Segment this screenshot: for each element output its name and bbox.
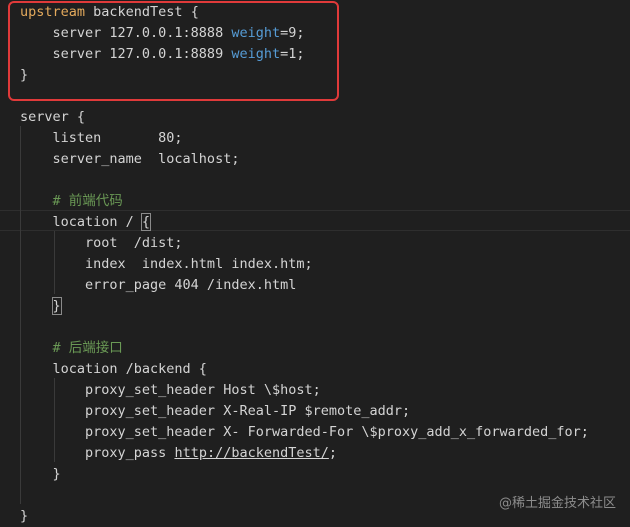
code-line[interactable]: index index.html index.htm; <box>20 254 313 275</box>
code-token-plain: listen 80; <box>20 130 183 146</box>
code-token-plain: server { <box>20 109 86 125</box>
code-token-plain: location /backend { <box>20 361 207 377</box>
code-token-plain: index index.html index.htm; <box>20 256 313 272</box>
code-token-plain: } <box>20 508 29 524</box>
code-line[interactable]: } <box>20 506 28 527</box>
code-editor[interactable]: upstream backendTest { server 127.0.0.1:… <box>0 0 630 527</box>
code-token-plain: proxy_set_header X-Real-IP $remote_addr; <box>20 403 411 419</box>
code-line[interactable]: server { <box>20 107 85 128</box>
code-token-plain: error_page 404 /index.html <box>20 277 297 293</box>
code-line[interactable]: proxy_set_header X-Real-IP $remote_addr; <box>20 401 410 422</box>
code-line[interactable]: } <box>20 296 62 317</box>
code-token-comment: # 前端代码 <box>20 193 123 209</box>
code-line[interactable]: location / { <box>20 212 152 233</box>
code-token-plain: } <box>20 466 61 482</box>
code-line[interactable]: proxy_set_header Host \$host; <box>20 380 321 401</box>
code-token-plain: ; <box>328 445 338 461</box>
upstream-highlight-box <box>8 1 339 101</box>
code-line[interactable]: error_page 404 /index.html <box>20 275 296 296</box>
code-line[interactable]: server_name localhost; <box>20 149 240 170</box>
code-line[interactable]: location /backend { <box>20 359 207 380</box>
code-token-link: http://backendTest/ <box>174 445 329 461</box>
code-token-plain: proxy_set_header X- Forwarded-For \$prox… <box>20 424 589 440</box>
watermark: @稀土掘金技术社区 <box>498 496 616 511</box>
code-line[interactable]: # 后端接口 <box>20 338 123 359</box>
code-token-plain: proxy_set_header Host \$host; <box>20 382 321 398</box>
code-line[interactable]: } <box>20 464 61 485</box>
code-token-bracket: { <box>140 213 152 231</box>
code-line[interactable]: root /dist; <box>20 233 183 254</box>
code-token-plain: root /dist; <box>20 235 183 251</box>
code-line[interactable]: listen 80; <box>20 128 183 149</box>
code-line[interactable]: proxy_set_header X- Forwarded-For \$prox… <box>20 422 589 443</box>
code-line[interactable]: # 前端代码 <box>20 191 123 212</box>
code-token-plain: server_name localhost; <box>20 151 240 167</box>
code-token-comment: # 后端接口 <box>20 340 123 356</box>
code-token-plain: proxy_pass <box>20 445 175 461</box>
code-token-bracket: } <box>51 297 62 315</box>
code-token-plain: location / <box>20 214 142 230</box>
code-line[interactable]: proxy_pass http://backendTest/; <box>20 443 337 464</box>
